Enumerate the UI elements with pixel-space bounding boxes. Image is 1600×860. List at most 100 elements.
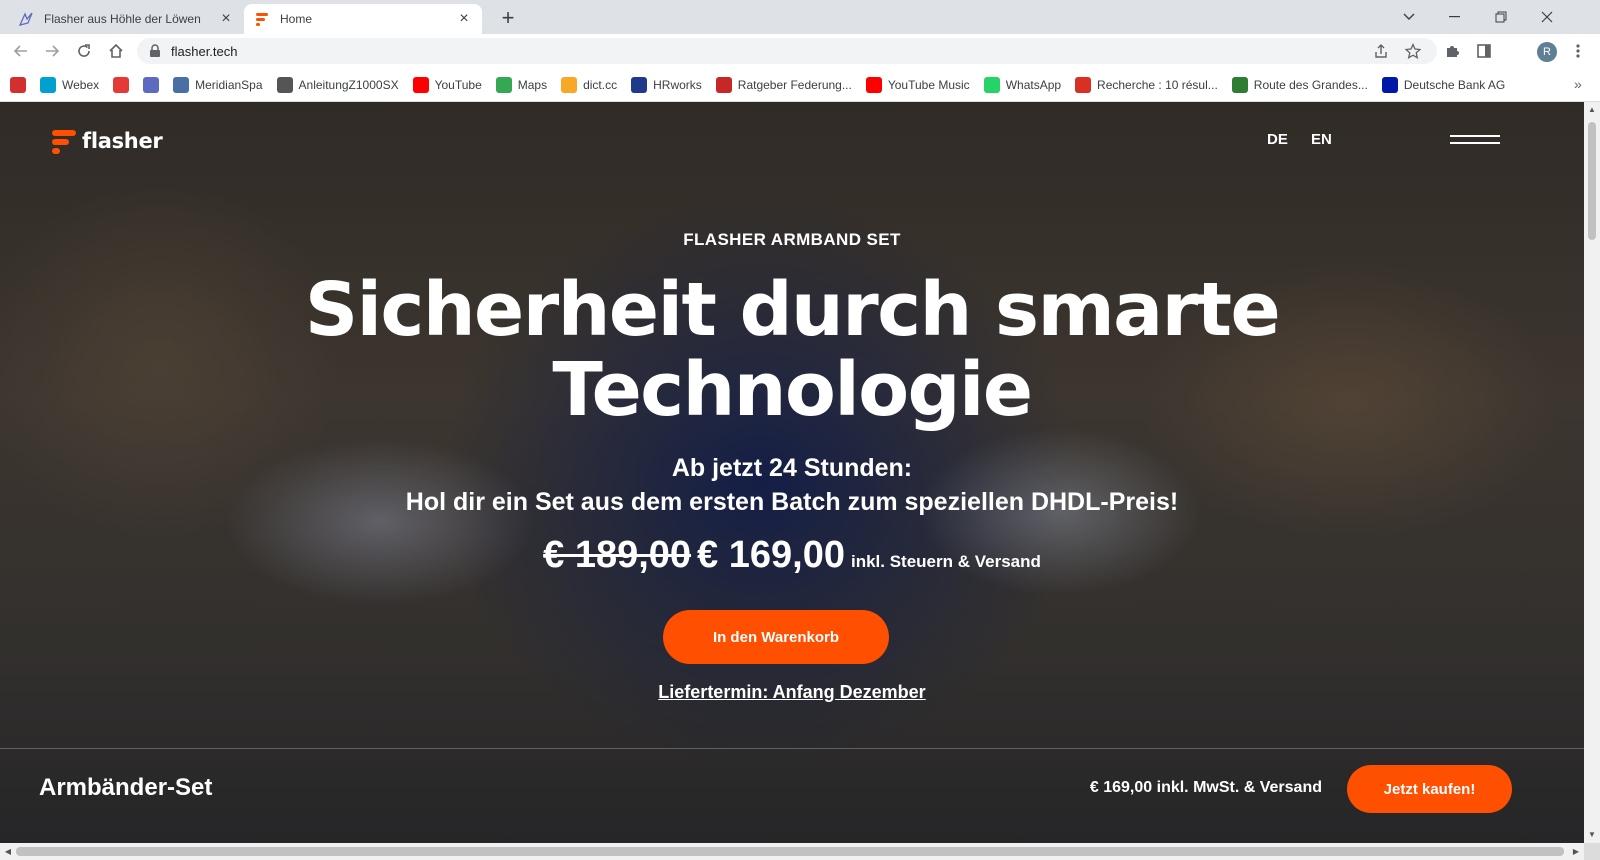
- share-icon[interactable]: [1369, 39, 1393, 63]
- bookmark-item[interactable]: Recherche : 10 résul...: [1075, 76, 1218, 93]
- bookmark-item[interactable]: WhatsApp: [983, 76, 1062, 93]
- restore-icon[interactable]: [1478, 4, 1524, 30]
- lang-switch-en[interactable]: EN: [1311, 131, 1332, 148]
- sticky-buy-bar: Armbänder-Set € 169,00 inkl. MwSt. & Ver…: [0, 748, 1584, 843]
- scroll-up-arrow-icon[interactable]: ▲: [1584, 102, 1600, 118]
- bookmark-item[interactable]: YouTube Music: [865, 76, 970, 93]
- bookmark-item[interactable]: HRworks: [631, 76, 702, 93]
- close-icon[interactable]: ×: [456, 11, 472, 27]
- bookmark-label: HRworks: [653, 77, 702, 92]
- plus-icon[interactable]: +: [496, 7, 520, 31]
- horizontal-scrollbar[interactable]: ◀ ▶: [0, 843, 1584, 860]
- new-price: € 169,00: [697, 534, 845, 576]
- scroll-down-arrow-icon[interactable]: ▼: [1584, 827, 1600, 843]
- vertical-scrollbar[interactable]: ▲ ▼: [1584, 102, 1600, 843]
- bookmark-item[interactable]: YouTube: [412, 76, 482, 93]
- youtube-music-icon: [865, 76, 882, 93]
- bookmark-item[interactable]: Deutsche Bank AG: [1381, 76, 1506, 93]
- flasher-logo-icon: [52, 130, 76, 154]
- bookmark-label: MeridianSpa: [195, 77, 263, 92]
- k-icon: [10, 76, 26, 93]
- scrollbar-corner: [1584, 843, 1600, 860]
- logo-text: flasher: [82, 129, 163, 153]
- route-icon: [1231, 76, 1248, 93]
- bookmark-label: YouTube: [434, 77, 482, 92]
- bookmark-label: YouTube Music: [887, 77, 970, 92]
- scroll-right-arrow-icon[interactable]: ▶: [1568, 843, 1584, 860]
- bookmark-label: Route des Grandes...: [1253, 77, 1368, 92]
- promo-line-1: Ab jetzt 24 Stunden:: [671, 454, 913, 482]
- product-title: Armbänder-Set: [39, 774, 213, 801]
- back-arrow-icon[interactable]: [9, 39, 33, 63]
- bookmark-item[interactable]: [143, 76, 160, 93]
- address-bar[interactable]: flasher.tech: [137, 38, 1437, 64]
- tab-home[interactable]: Home ×: [244, 4, 482, 34]
- side-panel-icon[interactable]: [1472, 39, 1496, 63]
- kebab-menu-icon[interactable]: [1566, 39, 1590, 63]
- tab-title: Home: [280, 12, 313, 26]
- bookmark-item[interactable]: Ratgeber Federung...: [715, 76, 852, 93]
- flasher-bird-icon: [18, 11, 34, 27]
- tab-title: Flasher aus Höhle der Löwen: [44, 12, 201, 26]
- webex-icon: [40, 76, 56, 93]
- reload-icon[interactable]: [72, 39, 96, 63]
- youtube-icon: [412, 76, 429, 93]
- bookmark-label: Maps: [517, 77, 548, 92]
- price-row: € 189,00 € 169,00 inkl. Steuern & Versan…: [0, 534, 1584, 577]
- deutsche-bank-icon: [1381, 76, 1398, 93]
- product-kicker: FLASHER ARMBAND SET: [683, 230, 901, 249]
- bookmark-label: AnleitungZ1000SX: [298, 77, 399, 92]
- tab-search-chevron-icon[interactable]: [1386, 4, 1432, 30]
- flasher-bird-icon: [143, 76, 160, 93]
- bookmark-star-icon[interactable]: [1401, 39, 1425, 63]
- window-close-icon[interactable]: [1524, 4, 1570, 30]
- bookmark-label: Deutsche Bank AG: [1403, 77, 1506, 92]
- tab-strip: Flasher aus Höhle der Löwen × Home × +: [0, 0, 1600, 34]
- shopping-bag-icon: [113, 76, 130, 93]
- bookmark-item[interactable]: MeridianSpa: [173, 76, 263, 93]
- bookmark-item[interactable]: [113, 76, 130, 93]
- bookmark-label: Ratgeber Federung...: [737, 77, 852, 92]
- bookmark-item[interactable]: Maps: [495, 76, 548, 93]
- bookmark-item[interactable]: Route des Grandes...: [1231, 76, 1368, 93]
- bookmark-label: Webex: [62, 77, 100, 92]
- meridian-icon: [173, 76, 190, 93]
- browser-toolbar: flasher.tech R: [0, 34, 1600, 68]
- headline-line-1: Sicherheit durch smarte: [304, 267, 1281, 353]
- bookmark-item[interactable]: [10, 76, 26, 93]
- profile-avatar[interactable]: R: [1537, 42, 1557, 62]
- price-note: inkl. Steuern & Versand: [850, 552, 1041, 571]
- bottom-price: € 169,00 inkl. MwSt. & Versand: [1089, 779, 1322, 796]
- add-to-cart-button[interactable]: In den Warenkorb: [663, 610, 889, 664]
- extensions-puzzle-icon[interactable]: [1440, 39, 1464, 63]
- more-bookmarks-icon[interactable]: »: [1574, 76, 1582, 92]
- lock-icon: [150, 44, 160, 57]
- close-icon[interactable]: ×: [218, 11, 234, 27]
- hamburger-menu-icon[interactable]: [1450, 132, 1502, 150]
- bookmark-label: Recherche : 10 résul...: [1097, 77, 1218, 92]
- scrollbar-thumb[interactable]: [16, 847, 1564, 856]
- bookmark-item[interactable]: AnleitungZ1000SX: [276, 76, 399, 93]
- tab-flasher-hoehle[interactable]: Flasher aus Höhle der Löwen ×: [8, 4, 244, 34]
- minimize-icon[interactable]: [1432, 4, 1478, 30]
- lang-switch-de[interactable]: DE: [1267, 131, 1288, 148]
- scrollbar-thumb[interactable]: [1588, 122, 1596, 240]
- globe-icon: [276, 76, 293, 93]
- headline-line-2: Technologie: [552, 347, 1033, 433]
- scroll-left-arrow-icon[interactable]: ◀: [0, 843, 16, 860]
- maps-pin-icon: [495, 76, 512, 93]
- buy-now-button[interactable]: Jetzt kaufen!: [1347, 765, 1512, 813]
- forward-arrow-icon[interactable]: [40, 39, 64, 63]
- hero-section: flasher DE EN FLASHER ARMBAND SET Sicher…: [0, 102, 1584, 843]
- delivery-date-link[interactable]: Liefertermin: Anfang Dezember: [0, 682, 1584, 703]
- old-price: € 189,00: [543, 534, 692, 576]
- bookmark-item[interactable]: dict.cc: [561, 76, 617, 93]
- home-icon[interactable]: [104, 39, 128, 63]
- flasher-logo-icon: [254, 11, 270, 27]
- whatsapp-icon: [983, 76, 1000, 93]
- promo-line-2: Hol dir ein Set aus dem ersten Batch zum…: [405, 488, 1179, 516]
- bookmark-item[interactable]: Webex: [40, 76, 100, 93]
- bookmark-label: WhatsApp: [1005, 77, 1062, 92]
- url-text: flasher.tech: [171, 43, 238, 59]
- site-logo[interactable]: flasher: [50, 127, 163, 155]
